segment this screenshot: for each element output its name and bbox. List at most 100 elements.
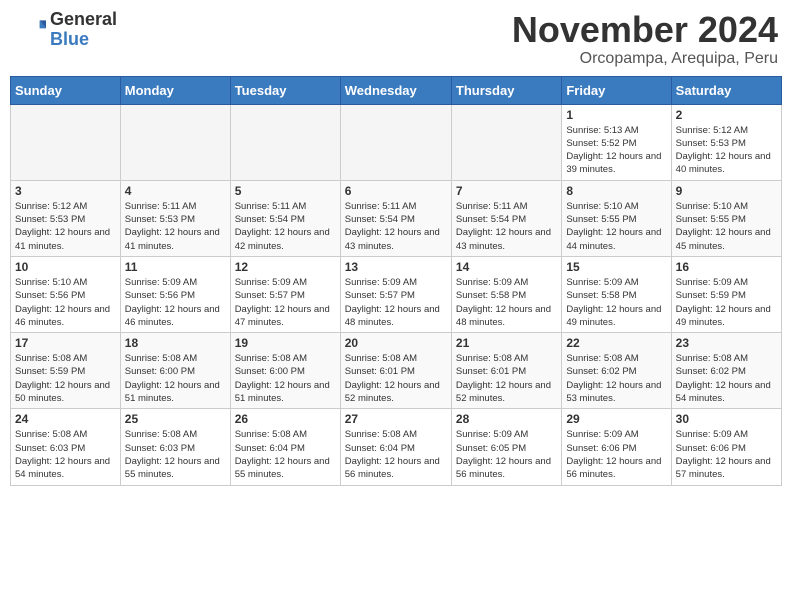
day-info: Sunrise: 5:10 AM Sunset: 5:56 PM Dayligh… — [15, 276, 116, 329]
calendar-day-cell: 6 Sunrise: 5:11 AM Sunset: 5:54 PM Daylig… — [340, 180, 451, 256]
day-info: Sunrise: 5:10 AM Sunset: 5:55 PM Dayligh… — [676, 200, 777, 253]
day-number: 15 — [566, 260, 666, 274]
day-info: Sunrise: 5:08 AM Sunset: 6:03 PM Dayligh… — [125, 428, 226, 481]
calendar-day-cell: 26Sunrise: 5:08 AM Sunset: 6:04 PM Dayli… — [230, 409, 340, 485]
day-number: 24 — [15, 412, 116, 426]
calendar-day-cell: 3 Sunrise: 5:12 AM Sunset: 5:53 PM Daylig… — [11, 180, 121, 256]
day-number: 28 — [456, 412, 557, 426]
calendar-week-row: 24 Sunrise: 5:08 AM Sunset: 6:03 PM Dayli… — [11, 409, 782, 485]
day-number: 11 — [125, 260, 226, 274]
logo-text: General Blue — [50, 10, 117, 50]
day-info: Sunrise: 5:08 AM Sunset: 6:04 PM Dayligh… — [235, 428, 336, 481]
day-info: Sunrise: 5:09 AM Sunset: 5:58 PM Dayligh… — [456, 276, 557, 329]
calendar-day-cell: 11 Sunrise: 5:09 AM Sunset: 5:56 PM Dayli… — [120, 256, 230, 332]
logo-blue-text: Blue — [50, 30, 117, 50]
day-info: Sunrise: 5:08 AM Sunset: 6:02 PM Dayligh… — [566, 352, 666, 405]
page-header: General Blue November 2024 Orcopampa, Ar… — [10, 10, 782, 68]
calendar-day-cell: 25Sunrise: 5:08 AM Sunset: 6:03 PM Dayli… — [120, 409, 230, 485]
day-info: Sunrise: 5:11 AM Sunset: 5:54 PM Dayligh… — [456, 200, 557, 253]
calendar-day-cell: 15 Sunrise: 5:09 AM Sunset: 5:58 PM Dayli… — [562, 256, 671, 332]
day-number: 27 — [345, 412, 447, 426]
calendar-day-cell: 1Sunrise: 5:13 AM Sunset: 5:52 PM Daylig… — [562, 104, 671, 180]
day-info: Sunrise: 5:08 AM Sunset: 6:00 PM Dayligh… — [235, 352, 336, 405]
calendar-day-cell — [451, 104, 561, 180]
calendar-day-cell: 17 Sunrise: 5:08 AM Sunset: 5:59 PM Dayli… — [11, 333, 121, 409]
day-of-week-header: Tuesday — [230, 76, 340, 104]
day-of-week-header: Monday — [120, 76, 230, 104]
location: Orcopampa, Arequipa, Peru — [512, 50, 778, 68]
day-info: Sunrise: 5:12 AM Sunset: 5:53 PM Dayligh… — [676, 124, 777, 177]
calendar-day-cell — [11, 104, 121, 180]
calendar-week-row: 17 Sunrise: 5:08 AM Sunset: 5:59 PM Dayli… — [11, 333, 782, 409]
day-info: Sunrise: 5:08 AM Sunset: 6:02 PM Dayligh… — [676, 352, 777, 405]
calendar-week-row: 1Sunrise: 5:13 AM Sunset: 5:52 PM Daylig… — [11, 104, 782, 180]
calendar-day-cell: 10 Sunrise: 5:10 AM Sunset: 5:56 PM Dayli… — [11, 256, 121, 332]
calendar-day-cell: 8 Sunrise: 5:10 AM Sunset: 5:55 PM Daylig… — [562, 180, 671, 256]
calendar-day-cell: 16Sunrise: 5:09 AM Sunset: 5:59 PM Dayli… — [671, 256, 781, 332]
month-title: November 2024 — [512, 10, 778, 50]
day-info: Sunrise: 5:09 AM Sunset: 6:06 PM Dayligh… — [566, 428, 666, 481]
day-info: Sunrise: 5:08 AM Sunset: 6:01 PM Dayligh… — [345, 352, 447, 405]
day-info: Sunrise: 5:12 AM Sunset: 5:53 PM Dayligh… — [15, 200, 116, 253]
calendar-day-cell — [230, 104, 340, 180]
day-number: 23 — [676, 336, 777, 350]
calendar-day-cell: 9 Sunrise: 5:10 AM Sunset: 5:55 PM Daylig… — [671, 180, 781, 256]
calendar-day-cell: 23 Sunrise: 5:08 AM Sunset: 6:02 PM Dayli… — [671, 333, 781, 409]
day-number: 12 — [235, 260, 336, 274]
calendar-day-cell: 19Sunrise: 5:08 AM Sunset: 6:00 PM Dayli… — [230, 333, 340, 409]
calendar-day-cell: 28Sunrise: 5:09 AM Sunset: 6:05 PM Dayli… — [451, 409, 561, 485]
day-info: Sunrise: 5:09 AM Sunset: 5:56 PM Dayligh… — [125, 276, 226, 329]
calendar-day-cell: 30 Sunrise: 5:09 AM Sunset: 6:06 PM Dayli… — [671, 409, 781, 485]
logo-general: General — [50, 10, 117, 30]
calendar-day-cell: 22 Sunrise: 5:08 AM Sunset: 6:02 PM Dayli… — [562, 333, 671, 409]
day-info: Sunrise: 5:09 AM Sunset: 6:06 PM Dayligh… — [676, 428, 777, 481]
day-number: 13 — [345, 260, 447, 274]
day-info: Sunrise: 5:09 AM Sunset: 5:57 PM Dayligh… — [235, 276, 336, 329]
calendar-day-cell: 21 Sunrise: 5:08 AM Sunset: 6:01 PM Dayli… — [451, 333, 561, 409]
day-info: Sunrise: 5:08 AM Sunset: 6:01 PM Dayligh… — [456, 352, 557, 405]
logo: General Blue — [14, 10, 117, 50]
day-of-week-header: Wednesday — [340, 76, 451, 104]
calendar-day-cell: 29 Sunrise: 5:09 AM Sunset: 6:06 PM Dayli… — [562, 409, 671, 485]
title-block: November 2024 Orcopampa, Arequipa, Peru — [512, 10, 778, 68]
day-info: Sunrise: 5:08 AM Sunset: 5:59 PM Dayligh… — [15, 352, 116, 405]
day-number: 7 — [456, 184, 557, 198]
day-number: 21 — [456, 336, 557, 350]
calendar-table: SundayMondayTuesdayWednesdayThursdayFrid… — [10, 76, 782, 486]
calendar-week-row: 3 Sunrise: 5:12 AM Sunset: 5:53 PM Daylig… — [11, 180, 782, 256]
day-number: 30 — [676, 412, 777, 426]
calendar-day-cell: 14 Sunrise: 5:09 AM Sunset: 5:58 PM Dayli… — [451, 256, 561, 332]
day-number: 22 — [566, 336, 666, 350]
day-number: 10 — [15, 260, 116, 274]
day-number: 9 — [676, 184, 777, 198]
calendar-day-cell: 18 Sunrise: 5:08 AM Sunset: 6:00 PM Dayli… — [120, 333, 230, 409]
day-info: Sunrise: 5:08 AM Sunset: 6:00 PM Dayligh… — [125, 352, 226, 405]
calendar-day-cell: 27 Sunrise: 5:08 AM Sunset: 6:04 PM Dayli… — [340, 409, 451, 485]
day-of-week-header: Friday — [562, 76, 671, 104]
day-number: 8 — [566, 184, 666, 198]
day-number: 3 — [15, 184, 116, 198]
calendar-day-cell — [120, 104, 230, 180]
day-info: Sunrise: 5:11 AM Sunset: 5:54 PM Dayligh… — [345, 200, 447, 253]
day-info: Sunrise: 5:08 AM Sunset: 6:04 PM Dayligh… — [345, 428, 447, 481]
day-number: 5 — [235, 184, 336, 198]
calendar-day-cell: 12 Sunrise: 5:09 AM Sunset: 5:57 PM Dayli… — [230, 256, 340, 332]
calendar-header-row: SundayMondayTuesdayWednesdayThursdayFrid… — [11, 76, 782, 104]
logo-icon — [14, 14, 46, 46]
day-info: Sunrise: 5:10 AM Sunset: 5:55 PM Dayligh… — [566, 200, 666, 253]
day-number: 18 — [125, 336, 226, 350]
day-number: 4 — [125, 184, 226, 198]
day-number: 6 — [345, 184, 447, 198]
calendar-day-cell: 20 Sunrise: 5:08 AM Sunset: 6:01 PM Dayli… — [340, 333, 451, 409]
calendar-day-cell — [340, 104, 451, 180]
calendar-day-cell: 4Sunrise: 5:11 AM Sunset: 5:53 PM Daylig… — [120, 180, 230, 256]
day-number: 14 — [456, 260, 557, 274]
day-number: 17 — [15, 336, 116, 350]
day-info: Sunrise: 5:09 AM Sunset: 5:58 PM Dayligh… — [566, 276, 666, 329]
day-info: Sunrise: 5:09 AM Sunset: 5:59 PM Dayligh… — [676, 276, 777, 329]
day-info: Sunrise: 5:13 AM Sunset: 5:52 PM Dayligh… — [566, 124, 666, 177]
calendar-week-row: 10 Sunrise: 5:10 AM Sunset: 5:56 PM Dayli… — [11, 256, 782, 332]
calendar-day-cell: 7 Sunrise: 5:11 AM Sunset: 5:54 PM Daylig… — [451, 180, 561, 256]
day-number: 29 — [566, 412, 666, 426]
day-number: 20 — [345, 336, 447, 350]
